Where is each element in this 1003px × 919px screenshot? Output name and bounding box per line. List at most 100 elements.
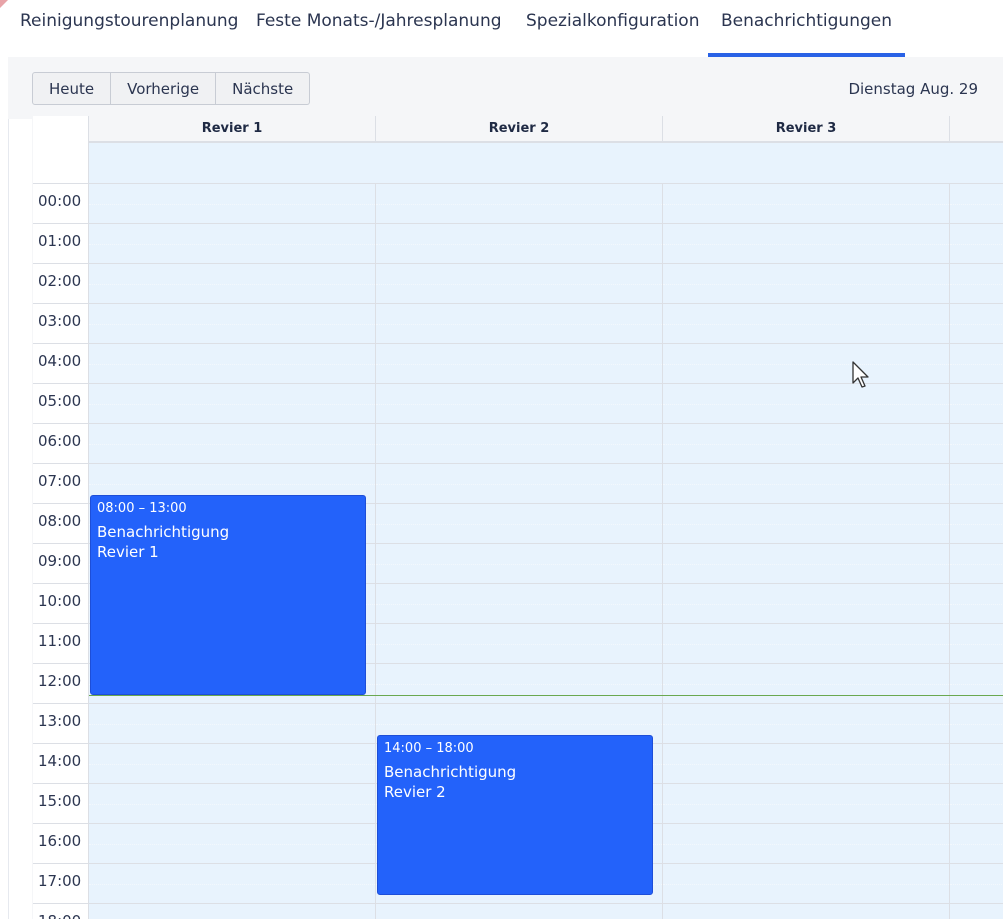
half-hour-gridline	[663, 204, 949, 205]
time-gutter: 00:00 01:00 02:00 03:00 04:00 05:00 06:00 07:00…	[33, 184, 89, 919]
hour-gridline	[950, 503, 1003, 504]
hour-gridline	[376, 663, 662, 664]
hour-gridline	[376, 343, 662, 344]
calendar-event[interactable]: 14:00 – 18:00 Benachrichtigung Revier 2	[377, 735, 653, 895]
time-slot-label: 16:00	[33, 824, 89, 864]
event-title: Benachrichtigung	[384, 763, 517, 781]
half-hour-gridline	[663, 764, 949, 765]
hour-gridline	[950, 303, 1003, 304]
hour-gridline	[89, 903, 375, 904]
time-slot-label: 03:00	[33, 304, 89, 344]
half-hour-gridline	[376, 204, 662, 205]
navigation-button-group: Heute Vorherige Nächste	[32, 72, 311, 105]
hour-gridline	[89, 863, 375, 864]
left-edge-strip	[0, 0, 9, 919]
half-hour-gridline	[950, 364, 1003, 365]
hour-gridline	[89, 223, 375, 224]
tab-spezialkonfiguration[interactable]: Spezialkonfiguration	[514, 0, 708, 57]
hour-gridline	[663, 863, 949, 864]
time-gutter-header	[33, 116, 89, 184]
time-slot-label: 04:00	[33, 344, 89, 384]
all-day-cell[interactable]	[663, 142, 950, 184]
hour-gridline	[950, 423, 1003, 424]
hour-gridline	[663, 263, 949, 264]
half-hour-gridline	[950, 884, 1003, 885]
hour-gridline	[663, 623, 949, 624]
event-time-range: 08:00 – 13:00	[97, 501, 187, 516]
all-day-cell[interactable]	[950, 142, 1003, 184]
hour-gridline	[663, 583, 949, 584]
half-hour-gridline	[950, 284, 1003, 285]
hour-gridline	[89, 823, 375, 824]
hour-gridline	[376, 583, 662, 584]
tab-feste-monats-jahresplanung[interactable]: Feste Monats-/Jahresplanung	[244, 0, 514, 57]
event-time-range: 14:00 – 18:00	[384, 741, 474, 756]
time-slot-label: 12:00	[33, 664, 89, 704]
hour-gridline	[376, 703, 662, 704]
hour-gridline	[950, 823, 1003, 824]
hour-gridline	[376, 463, 662, 464]
half-hour-gridline	[376, 364, 662, 365]
time-slot-label: 14:00	[33, 744, 89, 784]
hour-gridline	[950, 863, 1003, 864]
day-column[interactable]	[950, 184, 1003, 919]
time-slot-label: 10:00	[33, 584, 89, 624]
tab-reinigungstourenplanung[interactable]: Reinigungstourenplanung	[8, 0, 244, 57]
today-button[interactable]: Heute	[32, 72, 112, 105]
time-slot-label: 13:00	[33, 704, 89, 744]
hour-gridline	[950, 743, 1003, 744]
half-hour-gridline	[663, 324, 949, 325]
half-hour-gridline	[89, 844, 375, 845]
all-day-cell[interactable]	[89, 142, 376, 184]
hour-gridline	[950, 583, 1003, 584]
half-hour-gridline	[663, 404, 949, 405]
hour-gridline	[950, 463, 1003, 464]
half-hour-gridline	[89, 724, 375, 725]
hour-gridline	[950, 903, 1003, 904]
hour-gridline	[89, 303, 375, 304]
half-hour-gridline	[663, 884, 949, 885]
hour-gridline	[663, 503, 949, 504]
half-hour-gridline	[376, 444, 662, 445]
half-hour-gridline	[376, 604, 662, 605]
hour-gridline	[663, 343, 949, 344]
half-hour-gridline	[376, 724, 662, 725]
hour-gridline	[663, 223, 949, 224]
tab-bar: Reinigungstourenplanung Feste Monats-/Ja…	[8, 0, 1003, 57]
half-hour-gridline	[950, 204, 1003, 205]
half-hour-gridline	[376, 244, 662, 245]
half-hour-gridline	[89, 884, 375, 885]
half-hour-gridline	[663, 564, 949, 565]
time-slot-label: 01:00	[33, 224, 89, 264]
hour-gridline	[663, 783, 949, 784]
hour-gridline	[950, 263, 1003, 264]
all-day-cell[interactable]	[376, 142, 663, 184]
calendar-toolbar: Heute Vorherige Nächste Dienstag Aug. 29	[8, 57, 1003, 119]
hour-gridline	[376, 623, 662, 624]
half-hour-gridline	[89, 764, 375, 765]
hour-gridline	[950, 703, 1003, 704]
half-hour-gridline	[663, 844, 949, 845]
half-hour-gridline	[950, 444, 1003, 445]
current-time-indicator	[89, 695, 1003, 696]
hour-gridline	[950, 623, 1003, 624]
hour-gridline	[89, 423, 375, 424]
next-button[interactable]: Nächste	[216, 72, 311, 105]
hour-gridline	[663, 383, 949, 384]
corner-marker	[0, 0, 8, 8]
column-header: Revier 3	[663, 116, 950, 142]
hour-gridline	[950, 343, 1003, 344]
half-hour-gridline	[376, 284, 662, 285]
mouse-cursor-icon	[852, 361, 869, 388]
previous-button[interactable]: Vorherige	[111, 72, 217, 105]
day-column[interactable]	[663, 184, 950, 919]
half-hour-gridline	[950, 764, 1003, 765]
half-hour-gridline	[663, 604, 949, 605]
half-hour-gridline	[950, 324, 1003, 325]
half-hour-gridline	[89, 444, 375, 445]
event-subtitle: Revier 2	[384, 783, 446, 801]
calendar-event[interactable]: 08:00 – 13:00 Benachrichtigung Revier 1	[90, 495, 366, 695]
hour-gridline	[663, 823, 949, 824]
hour-gridline	[663, 743, 949, 744]
tab-benachrichtigungen[interactable]: Benachrichtigungen	[708, 0, 905, 57]
